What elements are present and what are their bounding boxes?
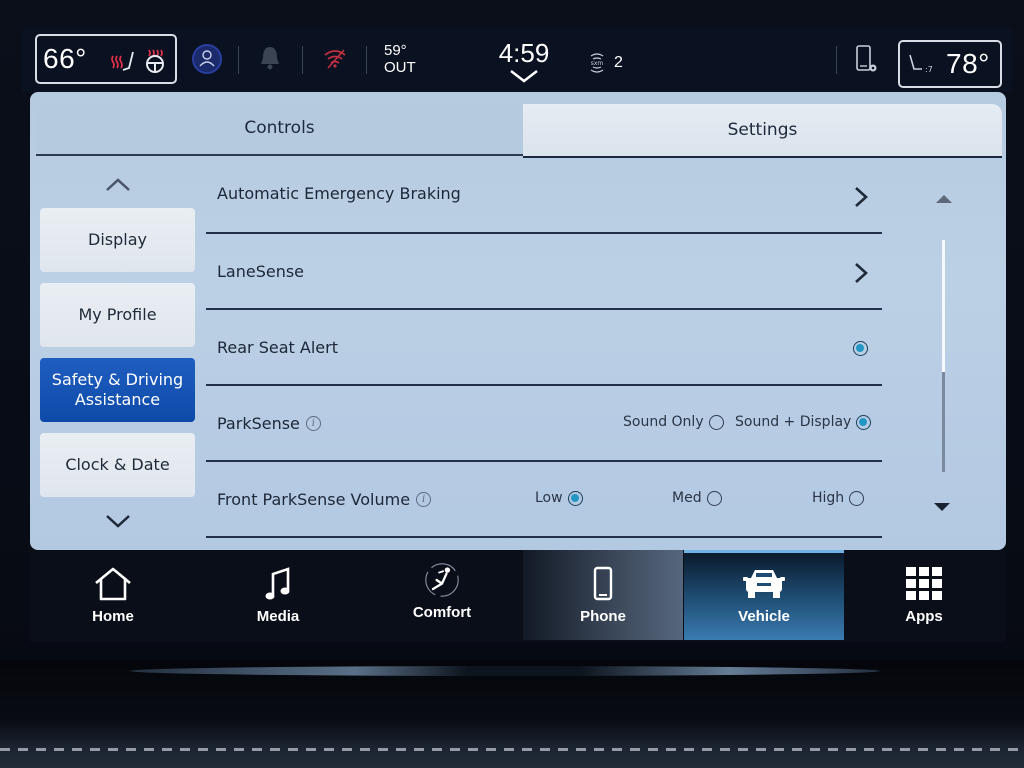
- setting-label: Front ParkSense Volume i: [217, 490, 432, 509]
- nav-phone[interactable]: Phone: [523, 550, 683, 640]
- volume-option-med[interactable]: Med: [672, 490, 722, 506]
- bezel-reflection: [130, 666, 880, 676]
- setting-label: LaneSense: [217, 262, 305, 281]
- divider: [366, 46, 367, 74]
- option-label: Sound Only: [623, 414, 704, 430]
- parksense-label: ParkSense: [217, 414, 300, 433]
- wifi-disabled-icon: [324, 49, 346, 69]
- car-icon: [743, 570, 785, 598]
- setting-row-parksense: ParkSense i Sound Only Sound + Display: [206, 386, 882, 462]
- parksense-option-sound-only[interactable]: Sound Only: [623, 414, 724, 430]
- nav-apps[interactable]: Apps: [844, 550, 1004, 640]
- settings-category-nav: Display My Profile Safety & Driving Assis…: [38, 168, 198, 548]
- nav-media[interactable]: Media: [198, 550, 358, 640]
- info-icon[interactable]: i: [416, 492, 432, 507]
- option-label: Low: [535, 490, 563, 506]
- phone-icon: [593, 566, 613, 601]
- tab-bar: Controls Settings: [36, 102, 1002, 158]
- nav-comfort[interactable]: Comfort: [362, 550, 522, 640]
- chevron-up-icon[interactable]: [104, 176, 132, 194]
- status-bar: 66° 59° OUT 4:59 sxm 2:7 78°: [22, 28, 1012, 92]
- svg-text:sxm: sxm: [591, 60, 604, 67]
- volume-option-low[interactable]: Low: [535, 490, 583, 506]
- notification-bell-icon[interactable]: [258, 44, 282, 72]
- front-parksense-volume-label: Front ParkSense Volume: [217, 490, 411, 509]
- passenger-temperature: 78°: [946, 48, 990, 79]
- nav-item-my-profile[interactable]: My Profile: [40, 283, 195, 347]
- nav-item-safety-driving-assistance[interactable]: Safety & Driving Assistance: [40, 358, 195, 422]
- svg-text::7: :7: [925, 65, 932, 74]
- nav-home[interactable]: Home: [33, 550, 193, 640]
- music-note-icon: [265, 567, 290, 600]
- scroll-up-arrow-icon[interactable]: [935, 194, 953, 204]
- driver-assist-icon: [192, 44, 222, 74]
- heated-steering-wheel-icon[interactable]: [141, 46, 169, 74]
- scrollbar-thumb[interactable]: [942, 240, 945, 372]
- seat-comfort-icon: [425, 563, 459, 597]
- info-icon[interactable]: i: [305, 416, 321, 431]
- nav-label: Home: [92, 608, 134, 625]
- nav-item-display[interactable]: Display: [40, 208, 195, 272]
- nav-label: Vehicle: [738, 608, 790, 625]
- chevron-down-icon[interactable]: [104, 512, 132, 530]
- tab-controls[interactable]: Controls: [36, 102, 523, 156]
- chevron-right-icon[interactable]: [854, 262, 868, 284]
- clock[interactable]: 4:59: [494, 38, 554, 69]
- siriusxm-channel: 2: [614, 54, 623, 71]
- passenger-climate-button[interactable]: :7 78°: [898, 40, 1002, 88]
- option-label: High: [812, 490, 845, 506]
- parksense-option-sound-display[interactable]: Sound + Display: [735, 414, 872, 430]
- radio-button[interactable]: [706, 490, 722, 506]
- settings-list: Automatic Emergency Braking LaneSense Re…: [206, 158, 882, 550]
- setting-row-automatic-emergency-braking[interactable]: Automatic Emergency Braking: [206, 158, 882, 234]
- setting-label: Automatic Emergency Braking: [217, 184, 461, 203]
- volume-option-high[interactable]: High: [812, 490, 865, 506]
- chevron-right-icon[interactable]: [854, 186, 868, 208]
- setting-label: ParkSense i: [217, 414, 321, 433]
- passenger-seat-icon: :7: [909, 54, 932, 74]
- tab-settings[interactable]: Settings: [523, 104, 1002, 158]
- setting-row-rear-seat-alert[interactable]: Rear Seat Alert: [206, 310, 882, 386]
- dashboard-trim: [0, 660, 1024, 768]
- setting-row-lanesense[interactable]: LaneSense: [206, 234, 882, 310]
- option-label: Sound + Display: [735, 414, 852, 430]
- nav-vehicle[interactable]: Vehicle: [684, 550, 844, 640]
- settings-screen: Controls Settings Display My Profile Saf…: [30, 92, 1006, 550]
- nav-label: Comfort: [412, 604, 472, 621]
- option-label: Med: [672, 490, 702, 506]
- chevron-down-icon[interactable]: [509, 68, 539, 84]
- divider: [836, 46, 837, 74]
- nav-label: Apps: [905, 608, 943, 625]
- scroll-down-arrow-icon[interactable]: [933, 502, 951, 512]
- siriusxm-signal-icon: sxm: [590, 53, 604, 73]
- phone-settings-icon[interactable]: [854, 44, 880, 76]
- bottom-navigation: Home Media Comfort Phone Vehicle Apps: [30, 550, 1006, 642]
- outside-temp-label: OUT: [384, 59, 416, 76]
- radio-button[interactable]: [849, 490, 865, 506]
- divider: [302, 46, 303, 74]
- nav-label: Phone: [580, 608, 626, 625]
- radio-button[interactable]: [708, 414, 724, 430]
- driver-climate-button[interactable]: 66°: [35, 34, 177, 84]
- apps-grid-icon: [906, 567, 942, 600]
- rear-seat-alert-toggle[interactable]: [853, 341, 868, 356]
- setting-row-front-parksense-volume: Front ParkSense Volume i Low Med High: [206, 462, 882, 538]
- home-icon: [95, 567, 131, 601]
- heated-seat-icon[interactable]: [109, 48, 135, 74]
- divider: [238, 46, 239, 74]
- driver-temperature: 66°: [43, 43, 87, 74]
- radio-button[interactable]: [856, 414, 872, 430]
- outside-temp-value: 59°: [384, 42, 407, 59]
- nav-label: Media: [256, 608, 300, 625]
- nav-item-clock-date[interactable]: Clock & Date: [40, 433, 195, 497]
- setting-label: Rear Seat Alert: [217, 338, 338, 357]
- siriusxm-status: sxm 2: [584, 52, 623, 74]
- leather-stitching: [0, 748, 1024, 751]
- outside-temperature: 59° OUT: [384, 42, 416, 76]
- radio-button[interactable]: [567, 490, 583, 506]
